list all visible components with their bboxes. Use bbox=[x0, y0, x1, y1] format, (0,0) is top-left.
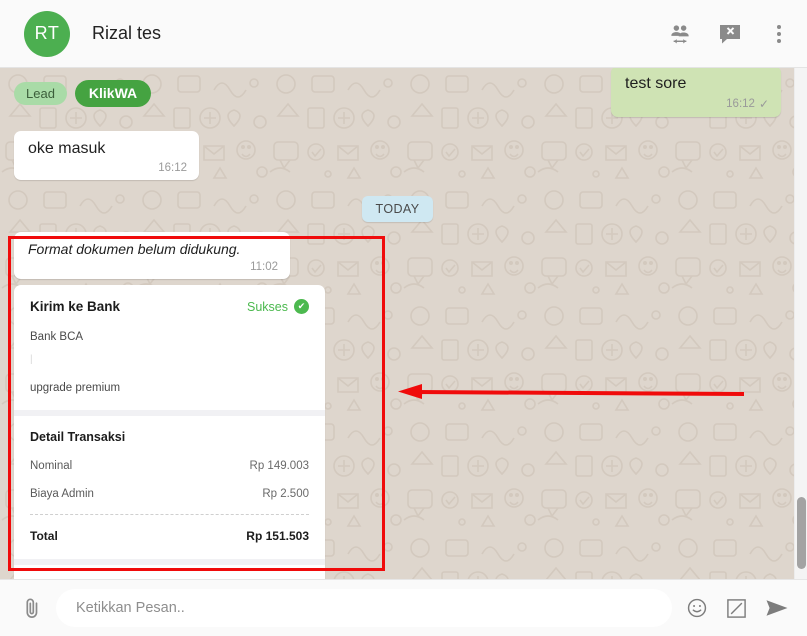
transfer-chat-icon[interactable] bbox=[669, 24, 691, 44]
day-divider: TODAY bbox=[14, 196, 781, 222]
detail-value: Rp 149.003 bbox=[249, 460, 309, 472]
detail-row-admin-fee: Biaya Admin Rp 2.500 bbox=[30, 488, 309, 500]
resolve-chat-icon[interactable] bbox=[717, 22, 743, 46]
message-time: 16:12 bbox=[158, 162, 187, 174]
message-time: 11:02 bbox=[250, 261, 278, 273]
tag-klikwa[interactable]: KlikWA bbox=[74, 80, 152, 107]
emoji-icon[interactable] bbox=[686, 597, 708, 619]
chat-scrollbar-thumb[interactable] bbox=[797, 497, 806, 569]
avatar-initials: RT bbox=[34, 23, 60, 43]
total-value: Rp 151.503 bbox=[246, 529, 309, 543]
header-actions bbox=[669, 21, 789, 47]
message-meta: 11:02 bbox=[28, 261, 278, 273]
transaction-summary-section: Kirim ke Bank Sukses ✔ Bank BCA | upgrad… bbox=[14, 285, 325, 410]
message-bubble-outgoing: test sore 16:12 ✓ bbox=[611, 68, 781, 117]
avatar: RT bbox=[24, 10, 70, 57]
message-row-incoming-1: oke masuk 16:12 bbox=[14, 131, 781, 180]
total-label: Total bbox=[30, 529, 58, 543]
message-composer bbox=[0, 579, 807, 636]
detail-dashed-divider bbox=[30, 514, 309, 515]
chat-scroll-container: Lead KlikWA test sore 16:12 ✓ oke masuk bbox=[0, 68, 807, 579]
detail-section-title: Detail Transaksi bbox=[30, 430, 126, 444]
message-input-wrapper[interactable] bbox=[56, 589, 672, 627]
detail-row-total: Total Rp 151.503 bbox=[30, 529, 309, 543]
more-options-icon[interactable] bbox=[769, 21, 789, 47]
transaction-receipt-card: Kirim ke Bank Sukses ✔ Bank BCA | upgrad… bbox=[14, 285, 325, 579]
detail-label: Nominal bbox=[30, 460, 73, 472]
account-number: | bbox=[30, 354, 33, 365]
quick-reply-icon[interactable] bbox=[726, 598, 747, 619]
message-bubble-unsupported-doc: Format dokumen belum didukung. 11:02 bbox=[14, 232, 290, 279]
status-badge: Sukses ✔ bbox=[247, 299, 309, 314]
chat-message-area: Lead KlikWA test sore 16:12 ✓ oke masuk bbox=[0, 68, 807, 579]
message-row-incoming-2: Format dokumen belum didukung. 11:02 bbox=[14, 232, 781, 279]
transaction-title: Kirim ke Bank bbox=[30, 299, 121, 314]
send-icon[interactable] bbox=[765, 598, 789, 618]
message-input[interactable] bbox=[76, 600, 652, 616]
bank-name: Bank BCA bbox=[30, 331, 84, 343]
transaction-detail-section: Detail Transaksi Nominal Rp 149.003 Biay… bbox=[14, 416, 325, 559]
success-check-icon: ✔ bbox=[294, 299, 309, 314]
chat-tags: Lead KlikWA bbox=[14, 80, 152, 107]
message-row-transaction-card: Kirim ke Bank Sukses ✔ Bank BCA | upgrad… bbox=[14, 285, 781, 579]
chat-title: Rizal tes bbox=[92, 23, 162, 43]
detail-label: Biaya Admin bbox=[30, 488, 94, 500]
whatsapp-chat-window: RT Rizal tes Lead KlikWA test sore 16:12… bbox=[0, 0, 807, 636]
tag-lead[interactable]: Lead bbox=[14, 81, 67, 106]
message-text: test sore bbox=[625, 75, 687, 92]
transaction-card-header: Kirim ke Bank Sukses ✔ bbox=[30, 299, 309, 314]
chat-header: RT Rizal tes bbox=[0, 0, 807, 68]
message-text: Format dokumen belum didukung. bbox=[28, 241, 241, 257]
message-meta: 16:12 bbox=[28, 162, 187, 174]
message-status-icon: ✓ bbox=[758, 97, 769, 111]
composer-actions bbox=[686, 597, 789, 619]
payment-method-section: Metode Pembayaran 11:03 bbox=[14, 565, 325, 579]
transaction-note: upgrade premium bbox=[30, 382, 121, 394]
status-label: Sukses bbox=[247, 299, 288, 314]
message-meta: 16:12 ✓ bbox=[625, 97, 769, 111]
message-time: 16:12 bbox=[726, 98, 755, 110]
paperclip-icon[interactable] bbox=[22, 597, 42, 619]
message-text: oke masuk bbox=[28, 140, 106, 157]
detail-row-nominal: Nominal Rp 149.003 bbox=[30, 460, 309, 472]
day-divider-label: TODAY bbox=[361, 196, 434, 222]
detail-value: Rp 2.500 bbox=[262, 488, 309, 500]
chat-scrollbar[interactable] bbox=[794, 68, 807, 579]
message-bubble-incoming: oke masuk 16:12 bbox=[14, 131, 199, 180]
